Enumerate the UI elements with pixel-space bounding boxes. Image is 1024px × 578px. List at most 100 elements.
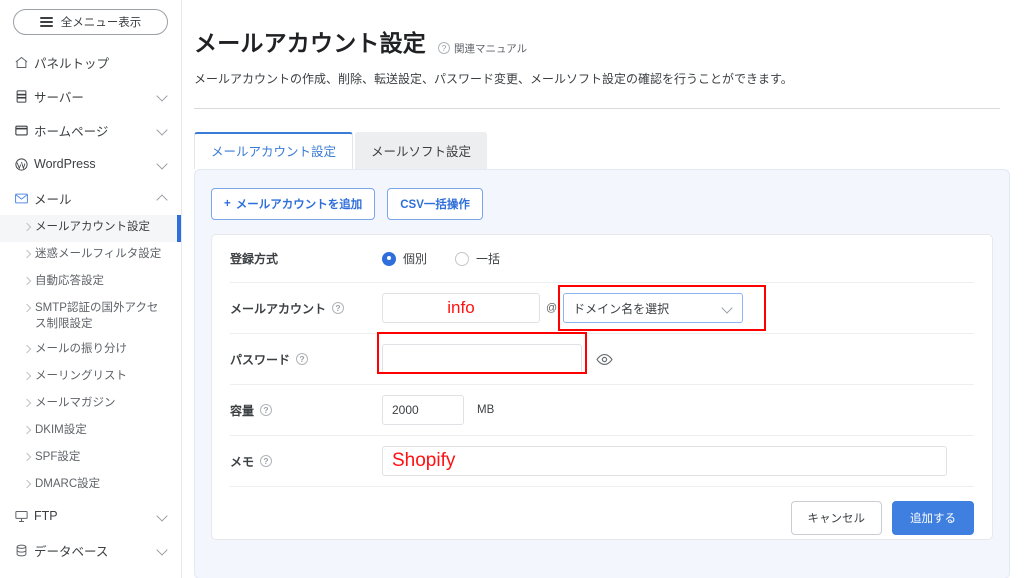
tab-bar: メールアカウント設定 メールソフト設定 xyxy=(194,132,1024,169)
database-icon xyxy=(14,543,34,558)
sidebar-item-ftp[interactable]: FTP xyxy=(0,499,181,533)
sidebar-item-label: DKIM設定 xyxy=(35,424,87,437)
submit-add-button[interactable]: 追加する xyxy=(892,501,974,535)
sidebar-item-dkim[interactable]: DKIM設定 xyxy=(0,418,181,445)
question-mark-icon: ? xyxy=(438,42,450,54)
sidebar-item-spam-filter[interactable]: 迷惑メールフィルタ設定 xyxy=(0,242,181,269)
radio-individual[interactable]: 個別 xyxy=(382,250,427,267)
sidebar-item-label: 迷惑メールフィルタ設定 xyxy=(35,248,162,260)
mail-account-label: メールアカウント ? xyxy=(230,300,382,317)
sidebar-item-database[interactable]: データベース xyxy=(0,533,181,567)
help-icon[interactable]: ? xyxy=(332,302,345,314)
chevron-right-icon xyxy=(24,277,35,287)
radio-individual-label: 個別 xyxy=(403,252,428,266)
page-title: メールアカウント設定 xyxy=(194,30,426,56)
ftp-icon xyxy=(14,509,34,524)
sidebar-item-label: サーバー xyxy=(34,90,84,105)
chevron-right-icon xyxy=(24,399,35,409)
sidebar-item-smtp-restriction[interactable]: SMTP認証の国外アクセス制限設定 xyxy=(0,296,181,337)
sidebar-item-panel-top[interactable]: パネルトップ xyxy=(0,45,181,79)
tab-mail-software-settings[interactable]: メールソフト設定 xyxy=(355,132,488,169)
add-mail-account-label: メールアカウントを追加 xyxy=(235,199,363,211)
sidebar-item-mail-account-settings[interactable]: メールアカウント設定 xyxy=(0,215,181,242)
domain-select[interactable]: ドメイン名を選択 xyxy=(563,293,744,323)
sidebar-item-label: SPF設定 xyxy=(35,451,81,464)
tab-mail-account-settings[interactable]: メールアカウント設定 xyxy=(194,132,354,169)
mail-icon xyxy=(14,191,34,206)
csv-bulk-operation-button[interactable]: CSV一括操作 xyxy=(387,188,483,220)
header-divider xyxy=(194,108,1000,109)
chevron-down-icon xyxy=(157,158,169,170)
capacity-input[interactable] xyxy=(382,395,464,425)
chevron-right-icon xyxy=(24,372,35,382)
related-manual-label: 関連マニュアル xyxy=(454,42,528,55)
eye-icon[interactable] xyxy=(596,351,613,368)
panel-action-buttons: + メールアカウントを追加 CSV一括操作 xyxy=(211,188,993,220)
menu-toggle-button[interactable]: 全メニュー表示 xyxy=(13,9,168,35)
add-mail-account-button[interactable]: + メールアカウントを追加 xyxy=(211,188,376,220)
capacity-label-text: 容量 xyxy=(230,403,255,418)
help-icon[interactable]: ? xyxy=(296,353,309,365)
sidebar-item-label: ホームページ xyxy=(34,124,109,139)
plus-icon: + xyxy=(224,198,231,210)
form-actions: キャンセル 追加する xyxy=(230,487,974,539)
radio-dot-icon xyxy=(455,251,470,266)
sidebar-nav: パネルトップ サーバー ホームページ WordPress メール メールアカウン… xyxy=(0,45,181,578)
sidebar-item-label: DMARC設定 xyxy=(35,478,101,491)
sidebar-item-label: データベース xyxy=(34,544,109,559)
chevron-right-icon xyxy=(24,250,35,260)
page-header: メールアカウント設定 ? 関連マニュアル メールアカウントの作成、削除、転送設定… xyxy=(182,0,1024,109)
chevron-right-icon xyxy=(24,223,35,233)
related-manual-link[interactable]: ? 関連マニュアル xyxy=(438,41,527,56)
radio-bulk[interactable]: 一括 xyxy=(455,250,500,267)
chevron-down-icon xyxy=(157,90,169,102)
server-icon xyxy=(14,89,34,104)
chevron-right-icon xyxy=(24,426,35,436)
form-row-capacity: 容量 ? MB xyxy=(230,385,974,436)
hamburger-icon xyxy=(39,17,53,27)
chevron-up-icon xyxy=(157,192,169,204)
memo-label-text: メモ xyxy=(230,454,255,469)
wordpress-icon xyxy=(14,157,34,172)
sidebar-item-wordpress[interactable]: WordPress xyxy=(0,147,181,181)
sidebar-item-mailing-list[interactable]: メーリングリスト xyxy=(0,364,181,391)
sidebar-item-label: WordPress xyxy=(34,157,96,171)
mail-account-input[interactable] xyxy=(382,293,540,323)
capacity-label: 容量 ? xyxy=(230,402,382,419)
sidebar-item-mail-magazine[interactable]: メールマガジン xyxy=(0,391,181,418)
main-content: メールアカウント設定 ? 関連マニュアル メールアカウントの作成、削除、転送設定… xyxy=(182,0,1024,578)
sidebar-item-mail-sorting[interactable]: メールの振り分け xyxy=(0,337,181,364)
sidebar-item-php[interactable]: php PHP xyxy=(0,567,181,578)
help-icon[interactable]: ? xyxy=(260,404,273,416)
sidebar-item-spf[interactable]: SPF設定 xyxy=(0,445,181,472)
at-symbol: @ xyxy=(546,302,558,314)
radio-bulk-label: 一括 xyxy=(476,252,501,266)
sidebar-item-label: 自動応答設定 xyxy=(35,275,104,287)
help-icon[interactable]: ? xyxy=(260,455,273,467)
sidebar-item-server[interactable]: サーバー xyxy=(0,79,181,113)
sidebar-item-label: メールアカウント設定 xyxy=(35,221,150,233)
chevron-down-icon xyxy=(157,510,169,522)
window-icon xyxy=(14,123,34,138)
tab-label: メールソフト設定 xyxy=(371,145,472,159)
sidebar-item-label: SMTP認証の国外アクセス制限設定 xyxy=(35,302,159,330)
cancel-button[interactable]: キャンセル xyxy=(790,501,882,535)
home-icon xyxy=(14,55,34,70)
sidebar-item-mail[interactable]: メール xyxy=(0,181,181,215)
chevron-down-icon xyxy=(157,124,169,136)
memo-input[interactable] xyxy=(382,446,947,476)
domain-select-value: ドメイン名を選択 xyxy=(573,301,670,316)
sidebar-item-homepage[interactable]: ホームページ xyxy=(0,113,181,147)
add-account-form: 登録方式 個別 一括 メールアカウント ? info @ ドメイン名を選択 パス… xyxy=(211,234,993,540)
sidebar-item-dmarc[interactable]: DMARC設定 xyxy=(0,472,181,499)
password-input[interactable] xyxy=(382,344,582,374)
chevron-right-icon xyxy=(24,345,35,355)
chevron-right-icon xyxy=(24,480,35,490)
menu-toggle-label: 全メニュー表示 xyxy=(60,17,142,29)
app-root: 全メニュー表示 パネルトップ サーバー ホームページ WordPress メール… xyxy=(0,0,1024,578)
sidebar-item-label: パネルトップ xyxy=(34,56,110,71)
form-row-registration-method: 登録方式 個別 一括 xyxy=(230,235,974,283)
chevron-down-icon xyxy=(723,303,733,313)
sidebar-item-auto-reply[interactable]: 自動応答設定 xyxy=(0,269,181,296)
content-panel: + メールアカウントを追加 CSV一括操作 登録方式 個別 一括 メールアカウン… xyxy=(194,169,1010,578)
